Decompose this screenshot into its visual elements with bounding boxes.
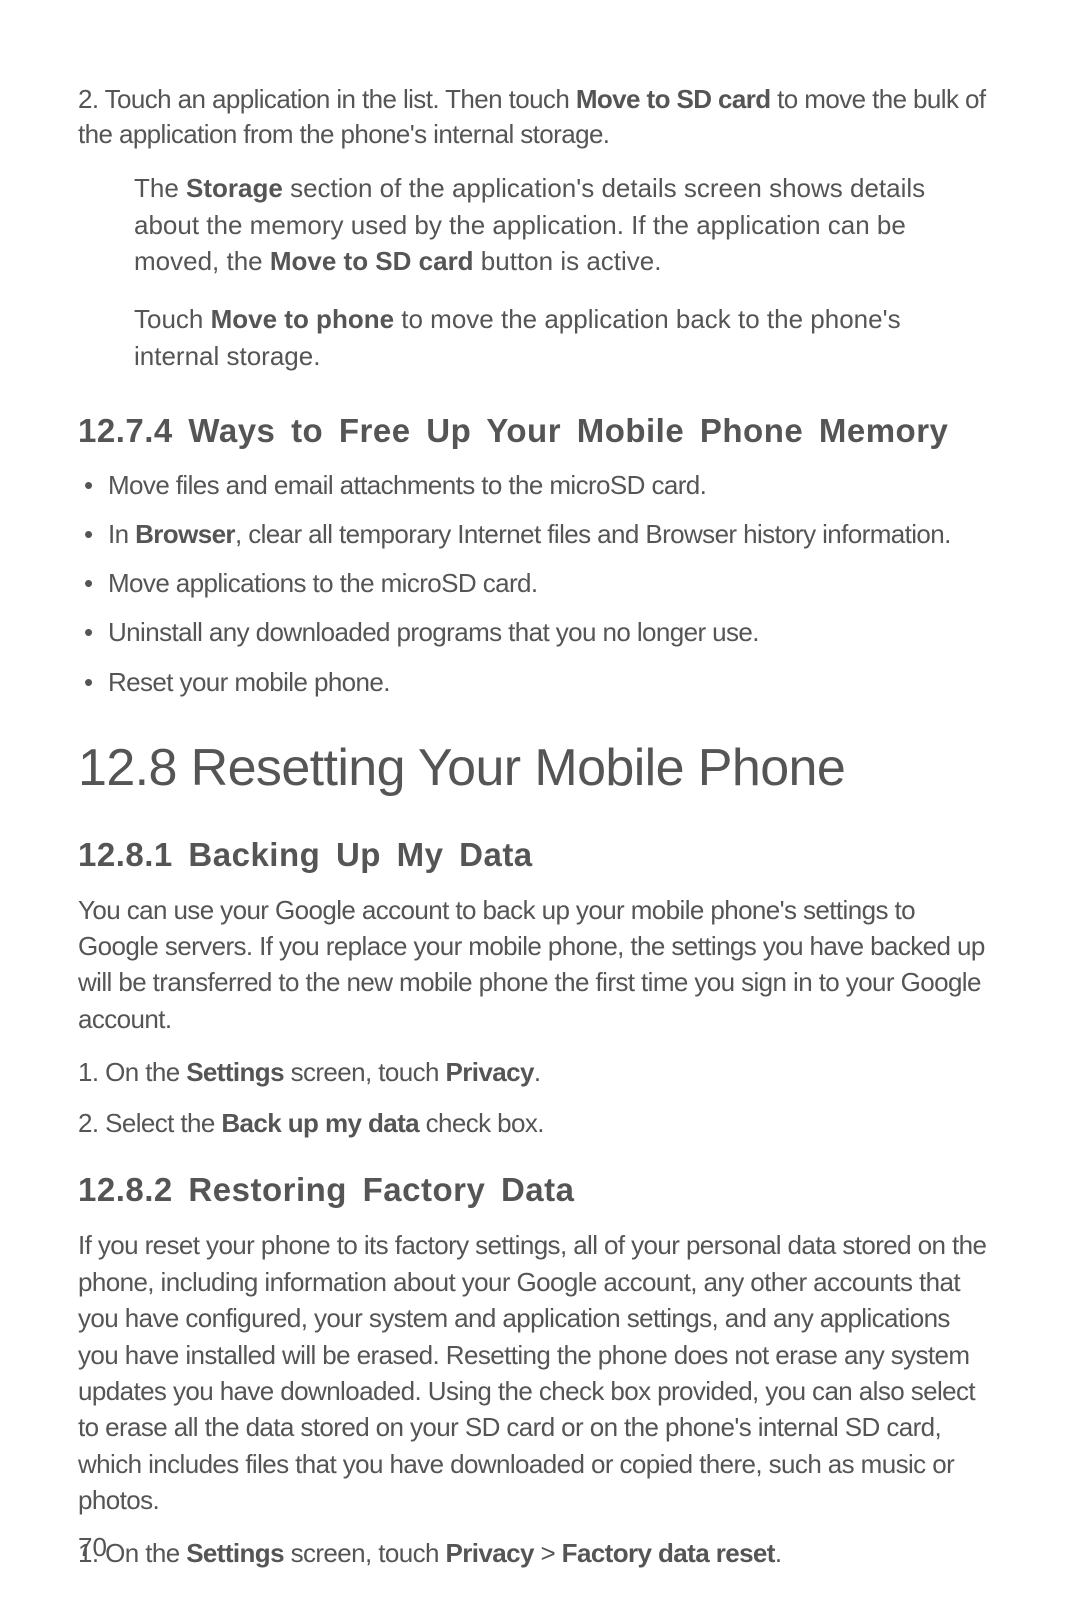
text-fragment: Uninstall any downloaded programs that y… [108, 617, 759, 647]
text-fragment: > [534, 1538, 562, 1568]
text-fragment: button is active. [474, 246, 662, 276]
bold-browser: Browser [135, 519, 235, 549]
text-fragment: On the [105, 1538, 186, 1568]
list-item: Reset your mobile phone. [78, 665, 990, 700]
bold-settings: Settings [186, 1538, 284, 1568]
bullet-list-12-7-4: Move files and email attachments to the … [78, 468, 990, 699]
numbered-step-2: 2. Touch an application in the list. The… [78, 82, 990, 152]
text-fragment: , clear all temporary Internet files and… [235, 519, 951, 549]
bold-move-to-sd: Move to SD card [270, 246, 474, 276]
heading-12-8: 12.8 Resetting Your Mobile Phone [78, 738, 990, 798]
bold-move-to-phone: Move to phone [211, 304, 394, 334]
bold-backup-my-data: Back up my data [221, 1108, 419, 1138]
document-page: 2. Touch an application in the list. The… [0, 0, 1080, 1617]
step-number: 2. [78, 1108, 98, 1138]
heading-12-8-1: 12.8.1 Backing Up My Data [78, 836, 990, 874]
step-number: 1. [78, 1057, 98, 1087]
text-fragment: . [534, 1057, 541, 1087]
list-item: In Browser, clear all temporary Internet… [78, 517, 990, 552]
heading-12-7-4: 12.7.4 Ways to Free Up Your Mobile Phone… [78, 412, 990, 450]
step-number: 2. [78, 84, 98, 114]
heading-12-8-2: 12.8.2 Restoring Factory Data [78, 1171, 990, 1209]
bold-factory-data-reset: Factory data reset [562, 1538, 775, 1568]
paragraph-12-8-1: You can use your Google account to back … [78, 892, 990, 1038]
list-item: Uninstall any downloaded programs that y… [78, 615, 990, 650]
note-storage: The Storage section of the application's… [134, 170, 986, 279]
numbered-step-1: 1. On the Settings screen, touch Privacy… [78, 1055, 990, 1090]
bold-storage: Storage [186, 173, 283, 203]
numbered-step-2: 2. Select the Back up my data check box. [78, 1106, 990, 1141]
page-number: 70 [78, 1532, 107, 1563]
text-fragment: The [134, 173, 186, 203]
paragraph-12-8-2: If you reset your phone to its factory s… [78, 1227, 990, 1518]
text-fragment: check box. [419, 1108, 544, 1138]
text-fragment: Reset your mobile phone. [108, 667, 390, 697]
text-fragment: . [775, 1538, 782, 1568]
note-move-to-phone: Touch Move to phone to move the applicat… [134, 301, 986, 374]
bold-privacy: Privacy [446, 1538, 534, 1568]
list-item: Move files and email attachments to the … [78, 468, 990, 503]
bold-privacy: Privacy [446, 1057, 534, 1087]
text-fragment: screen, touch [284, 1538, 446, 1568]
text-fragment: Move applications to the microSD card. [108, 568, 538, 598]
numbered-step-1: 1. On the Settings screen, touch Privacy… [78, 1536, 990, 1571]
text-fragment: Move files and email attachments to the … [108, 470, 706, 500]
text-fragment: Select the [105, 1108, 221, 1138]
text-fragment: Touch an application in the list. Then t… [105, 84, 576, 114]
step-text: Touch an application in the list. Then t… [78, 84, 985, 149]
text-fragment: On the [105, 1057, 186, 1087]
text-fragment: screen, touch [284, 1057, 446, 1087]
list-item: Move applications to the microSD card. [78, 566, 990, 601]
bold-move-to-sd: Move to SD card [576, 84, 771, 114]
text-fragment: In [108, 519, 135, 549]
bold-settings: Settings [186, 1057, 284, 1087]
text-fragment: Touch [134, 304, 211, 334]
